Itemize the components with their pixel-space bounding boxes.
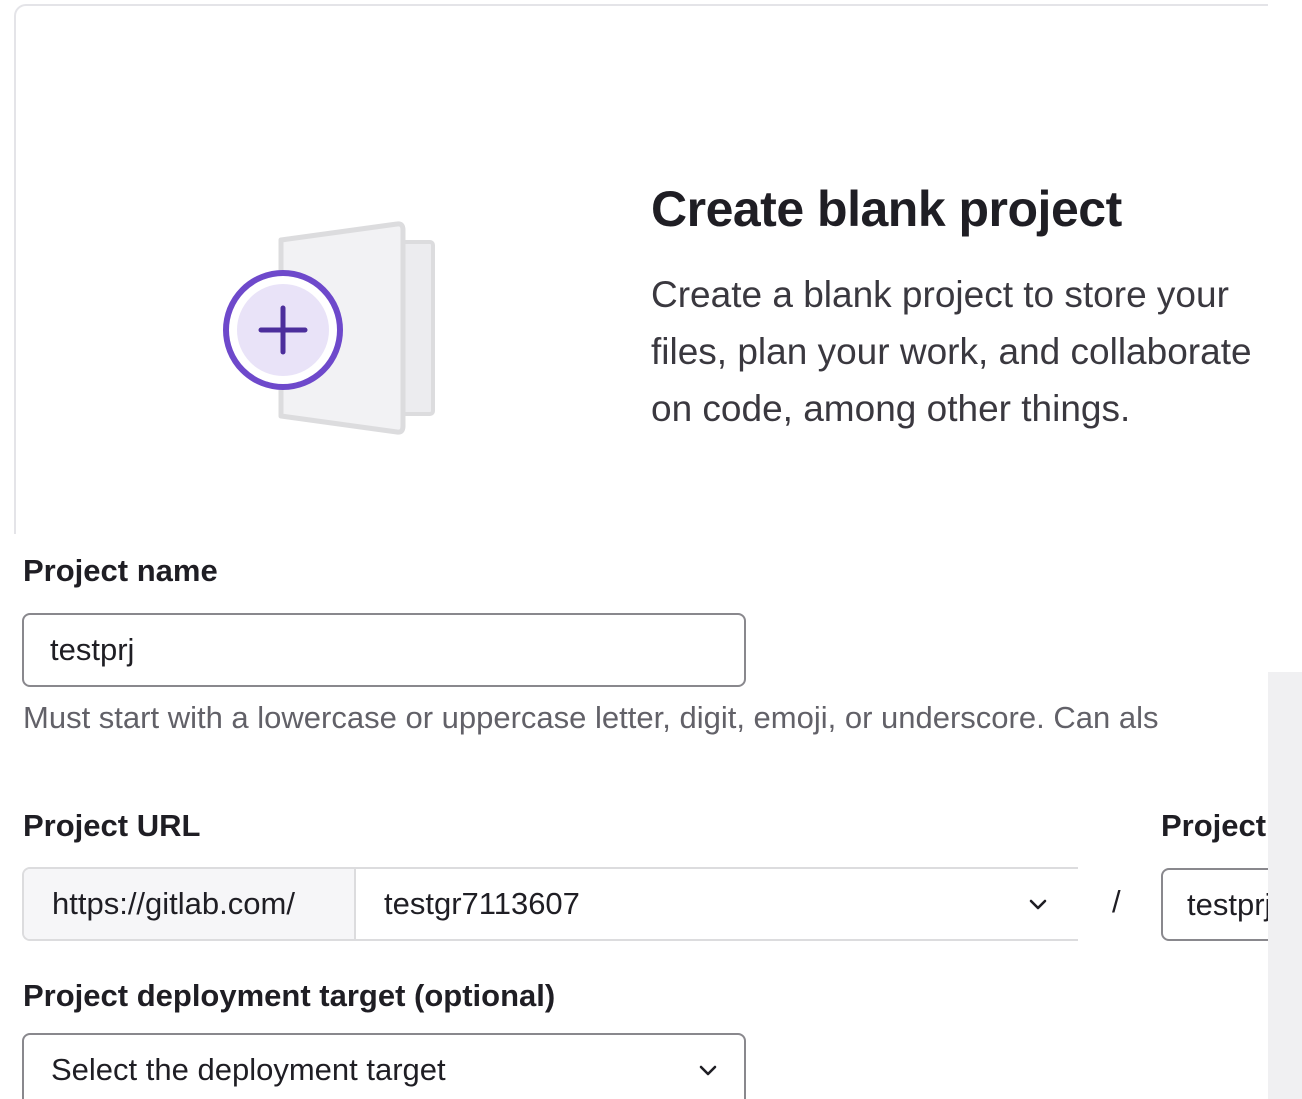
scrollbar-track[interactable]: [1268, 672, 1302, 1099]
card-description: Create a blank project to store your fil…: [651, 274, 1252, 429]
project-name-label: Project name: [23, 553, 218, 588]
url-prefix: https://gitlab.com/: [24, 869, 356, 939]
project-url-group: https://gitlab.com/ testgr7113607: [22, 867, 1078, 941]
url-separator: /: [1112, 884, 1121, 919]
project-slug-clip: [1161, 868, 1268, 941]
right-clip: [1268, 0, 1302, 672]
project-url-label: Project URL: [23, 808, 201, 843]
project-slug-input[interactable]: [1161, 868, 1268, 941]
card-title: Create blank project: [651, 181, 1122, 237]
namespace-dropdown[interactable]: testgr7113607: [356, 869, 1078, 939]
deployment-target-label: Project deployment target (optional): [23, 978, 556, 1013]
page: Create blank project Create a blank proj…: [0, 0, 1302, 1099]
project-name-help: Must start with a lowercase or uppercase…: [23, 700, 1159, 735]
project-slug-label: Project: [1161, 808, 1267, 843]
chevron-down-icon: [1029, 899, 1047, 910]
chevron-down-icon: [699, 1065, 717, 1076]
namespace-value: testgr7113607: [384, 886, 580, 921]
deployment-target-dropdown[interactable]: Select the deployment target: [22, 1033, 746, 1099]
blank-project-illustration: [223, 221, 435, 435]
project-name-input[interactable]: [22, 613, 746, 687]
deployment-target-placeholder: Select the deployment target: [51, 1052, 446, 1087]
